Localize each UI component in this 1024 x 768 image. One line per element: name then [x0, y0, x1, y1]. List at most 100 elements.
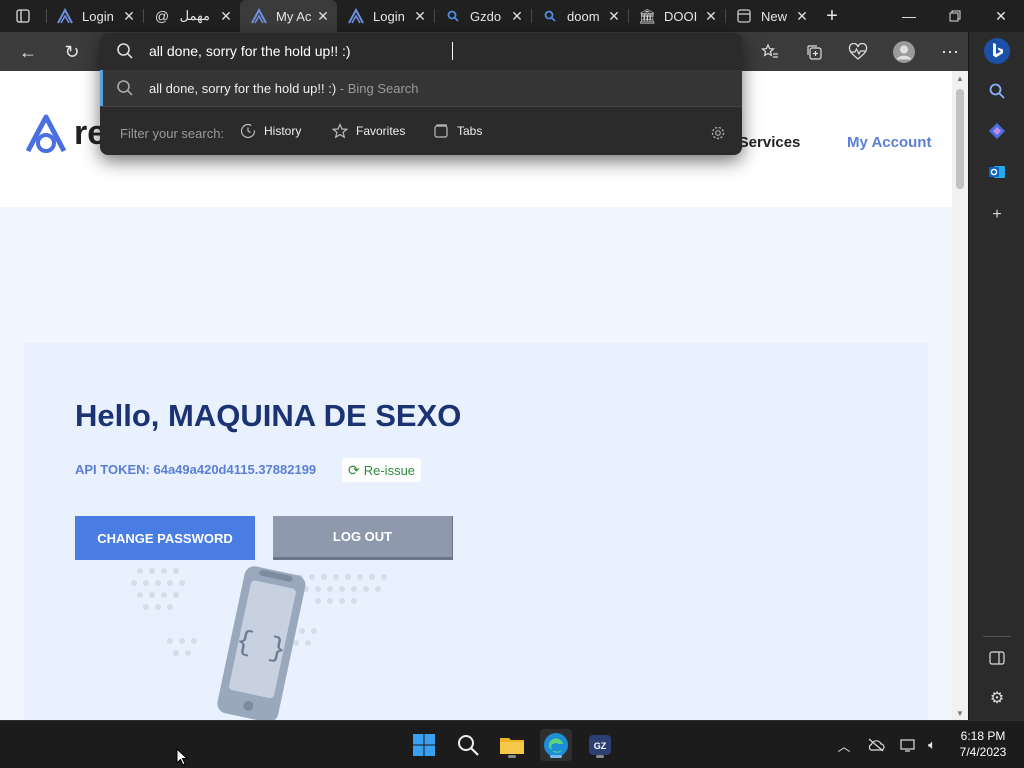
logout-button[interactable]: LOG OUT — [273, 516, 453, 560]
network-icon — [900, 739, 915, 752]
sidebar-copilot-button[interactable] — [983, 117, 1011, 145]
clock-time: 6:18 PM — [960, 729, 1006, 743]
gz-app-icon: GZ — [589, 735, 611, 755]
close-tab-icon[interactable]: ✕ — [218, 8, 234, 24]
running-indicator — [508, 755, 516, 758]
collections-button[interactable] — [798, 36, 830, 68]
close-window-button[interactable]: ✕ — [978, 0, 1024, 32]
suggestion-source: - Bing Search — [336, 81, 419, 96]
suggestion-query: all done, sorry for the hold up!! :) — [149, 81, 337, 96]
logo-a-icon — [56, 7, 74, 25]
chevron-up-icon: ︿ — [837, 738, 851, 754]
back-button[interactable]: ← — [12, 36, 44, 68]
taskbar-file-explorer[interactable] — [496, 729, 528, 761]
tray-network[interactable] — [898, 735, 918, 755]
close-tab-icon[interactable]: ✕ — [412, 8, 428, 24]
tab-new[interactable]: New ✕ — [725, 0, 816, 32]
sidebar-settings-button[interactable]: ⚙ — [983, 684, 1011, 712]
address-bar[interactable] — [100, 33, 742, 69]
tray-overflow-button[interactable]: ︿ — [834, 735, 854, 755]
site-logo[interactable]: re — [24, 111, 106, 155]
bing-chat-button[interactable] — [982, 36, 1012, 66]
tab-title: Login — [82, 8, 114, 24]
hide-sidebar-button[interactable] — [983, 644, 1011, 672]
tab-doom[interactable]: doom ✕ — [531, 0, 628, 32]
sidebar-outlook-button[interactable] — [983, 158, 1011, 186]
more-dots-icon: ⋯ — [941, 41, 959, 62]
search-icon — [458, 735, 479, 756]
api-token-text: API TOKEN: 64a49a420d4115.37882199 — [75, 462, 317, 477]
diamond-icon — [989, 123, 1005, 139]
close-tab-icon[interactable]: ✕ — [121, 8, 137, 24]
minimize-button[interactable]: — — [886, 0, 932, 32]
filter-favorites-button[interactable]: Favorites — [332, 119, 405, 143]
refresh-icon: ⟳ — [348, 461, 360, 478]
taskbar-edge[interactable] — [540, 729, 572, 761]
profile-button[interactable] — [888, 36, 920, 68]
tray-onedrive[interactable] — [866, 735, 886, 755]
tab-title: doom — [567, 8, 600, 24]
close-tab-icon[interactable]: ✕ — [315, 8, 331, 24]
star-icon — [332, 123, 348, 139]
sidebar-search-button[interactable] — [983, 77, 1011, 105]
at-icon: @ — [154, 8, 170, 24]
search-icon — [117, 43, 133, 59]
filter-history-button[interactable]: History — [240, 119, 301, 143]
outlook-icon — [989, 166, 1005, 178]
page-scrollbar[interactable]: ▲ ▼ — [952, 71, 968, 720]
close-tab-icon[interactable]: ✕ — [794, 8, 810, 24]
scroll-down-arrow[interactable]: ▼ — [952, 706, 968, 720]
tab-title: New — [761, 8, 788, 24]
close-icon: ✕ — [995, 7, 1007, 24]
plus-icon: + — [992, 206, 1002, 223]
avatar — [893, 41, 915, 63]
close-tab-icon[interactable]: ✕ — [509, 8, 525, 24]
tab-gzdo[interactable]: Gzdo ✕ — [434, 0, 531, 32]
browser-essentials-button[interactable] — [842, 36, 874, 68]
close-tab-icon[interactable]: ✕ — [606, 8, 622, 24]
change-password-button[interactable]: CHANGE PASSWORD — [75, 516, 255, 560]
edge-sidebar: + ⚙ — [968, 32, 1024, 720]
sidebar-divider — [983, 636, 1011, 637]
close-tab-icon[interactable]: ✕ — [703, 8, 719, 24]
logo-a-icon — [250, 7, 268, 25]
filter-history-label: History — [264, 124, 302, 138]
screen: Login ✕ @ مهمل ✕ My Ac ✕ Login ✕ Gzdo ✕ … — [0, 0, 1024, 768]
search-suggestion-item[interactable]: all done, sorry for the hold up!! :) - B… — [100, 70, 742, 106]
taskbar-clock[interactable]: 6:18 PM 7/4/2023 — [950, 728, 1016, 760]
scroll-thumb[interactable] — [956, 89, 964, 189]
tab-login-1[interactable]: Login ✕ — [46, 0, 143, 32]
new-tab-button[interactable]: + — [816, 0, 848, 32]
gear-icon[interactable] — [710, 125, 726, 141]
tray-volume[interactable]: 🔈︎ — [922, 735, 942, 755]
filter-tabs-button[interactable]: Tabs — [433, 119, 482, 143]
nav-my-account-link[interactable]: My Account — [847, 134, 931, 151]
tab-actions-button[interactable] — [0, 0, 46, 32]
tab-my-account[interactable]: My Ac ✕ — [240, 0, 337, 32]
scroll-up-arrow[interactable]: ▲ — [952, 71, 968, 85]
logo-a-icon — [25, 114, 67, 153]
heart-pulse-icon — [848, 43, 868, 60]
windows-logo-icon — [413, 734, 435, 756]
tab-login-2[interactable]: Login ✕ — [337, 0, 434, 32]
minimize-icon: — — [902, 8, 916, 24]
tabs-icon — [434, 124, 448, 138]
refresh-button[interactable]: ↻ — [56, 36, 88, 68]
arrow-left-icon: ← — [19, 41, 37, 62]
search-icon — [541, 7, 559, 25]
start-button[interactable] — [408, 729, 440, 761]
sidebar-add-button[interactable]: + — [983, 201, 1011, 229]
phone-code-illustration: { } — [131, 566, 387, 720]
restore-button[interactable] — [932, 0, 978, 32]
reissue-button[interactable]: ⟳ Re-issue — [342, 458, 422, 482]
favorites-button[interactable] — [754, 36, 786, 68]
tab-dooi[interactable]: 🏛 DOOI ✕ — [628, 0, 725, 32]
star-list-icon — [761, 43, 778, 58]
plus-icon: + — [826, 4, 838, 27]
tab-title: Gzdo — [470, 8, 502, 24]
tab-muhmal[interactable]: @ مهمل ✕ — [143, 0, 240, 32]
taskbar-search-button[interactable] — [452, 729, 484, 761]
address-input[interactable] — [149, 41, 709, 61]
settings-more-button[interactable]: ⋯ — [934, 36, 966, 68]
taskbar-gz-app[interactable]: GZ — [584, 729, 616, 761]
